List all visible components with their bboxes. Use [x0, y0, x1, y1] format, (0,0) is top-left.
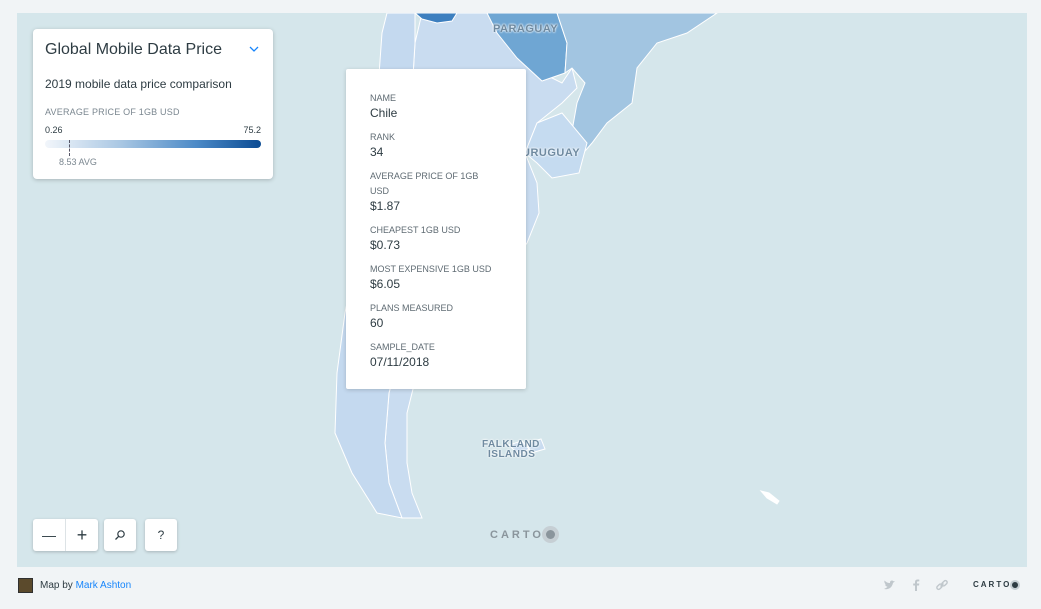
- search-icon: [115, 530, 125, 540]
- popup-value: $0.73: [370, 238, 401, 252]
- popup-field-rank: RANK 34: [370, 130, 510, 160]
- facebook-icon[interactable]: [908, 577, 924, 593]
- popup-field-sample-date: SAMPLE_DATE 07/11/2018: [370, 340, 510, 370]
- feature-popup: NAME Chile RANK 34 AVERAGE PRICE OF 1GB …: [346, 69, 526, 389]
- search-button[interactable]: [104, 519, 136, 551]
- zoom-out-button[interactable]: —: [33, 519, 65, 551]
- footer-map-by: Map by: [40, 580, 73, 591]
- popup-label: PLANS MEASURED: [370, 303, 454, 313]
- popup-label: NAME: [370, 93, 397, 103]
- zoom-in-button[interactable]: +: [66, 519, 98, 551]
- legend-title: Global Mobile Data Price: [45, 41, 222, 58]
- carto-dot-icon: [545, 530, 555, 539]
- carto-watermark-text: CARTO: [490, 529, 544, 541]
- help-button[interactable]: ?: [145, 519, 177, 551]
- map-label-islands: ISLANDS: [488, 449, 536, 460]
- footer-carto-logo[interactable]: CARTO: [973, 580, 1019, 589]
- legend-gradient-bar: [45, 140, 261, 148]
- avatar: [18, 578, 33, 593]
- popup-value: 34: [370, 145, 384, 159]
- carto-dot-icon: [1012, 582, 1019, 588]
- popup-field-most-expensive: MOST EXPENSIVE 1GB USD $6.05: [370, 262, 510, 292]
- legend-max: 75.2: [243, 125, 261, 135]
- popup-field-name: NAME Chile: [370, 91, 510, 121]
- map-label-uruguay: URUGUAY: [522, 147, 581, 159]
- link-icon[interactable]: [934, 577, 950, 593]
- popup-label: MOST EXPENSIVE 1GB USD: [370, 264, 492, 274]
- popup-value: Chile: [370, 106, 398, 120]
- popup-field-cheapest: CHEAPEST 1GB USD $0.73: [370, 223, 510, 253]
- map-label-paraguay: PARAGUAY: [493, 23, 559, 35]
- footer-credit: Map by Mark Ashton: [40, 580, 131, 591]
- popup-value: 60: [370, 316, 384, 330]
- author-link[interactable]: Mark Ashton: [76, 580, 132, 591]
- legend-avg-marker: [68, 140, 70, 156]
- legend-scale-label: AVERAGE PRICE OF 1GB USD: [45, 107, 180, 117]
- popup-label: SAMPLE_DATE: [370, 342, 435, 352]
- popup-label: RANK: [370, 132, 396, 142]
- twitter-icon[interactable]: [882, 577, 898, 593]
- popup-field-avg-price: AVERAGE PRICE OF 1GB USD $1.87: [370, 169, 490, 214]
- chevron-down-icon[interactable]: [249, 44, 259, 54]
- popup-value: $6.05: [370, 277, 401, 291]
- legend-min: 0.26: [45, 125, 63, 135]
- legend-description: 2019 mobile data price comparison: [45, 77, 232, 91]
- carto-watermark: CARTO: [490, 529, 555, 541]
- legend-panel: Global Mobile Data Price 2019 mobile dat…: [33, 29, 273, 179]
- popup-value: 07/11/2018: [370, 355, 430, 369]
- zoom-controls: — +: [33, 519, 98, 551]
- footer-carto-text: CARTO: [973, 580, 1012, 589]
- popup-value: $1.87: [370, 199, 401, 213]
- footer: Map by Mark Ashton CARTO: [0, 567, 1041, 603]
- region-south-georgia: [759, 490, 780, 505]
- legend-avg-label: 8.53 AVG: [59, 157, 97, 167]
- popup-label: AVERAGE PRICE OF 1GB USD: [370, 171, 479, 196]
- popup-field-plans: PLANS MEASURED 60: [370, 301, 510, 331]
- popup-label: CHEAPEST 1GB USD: [370, 225, 461, 235]
